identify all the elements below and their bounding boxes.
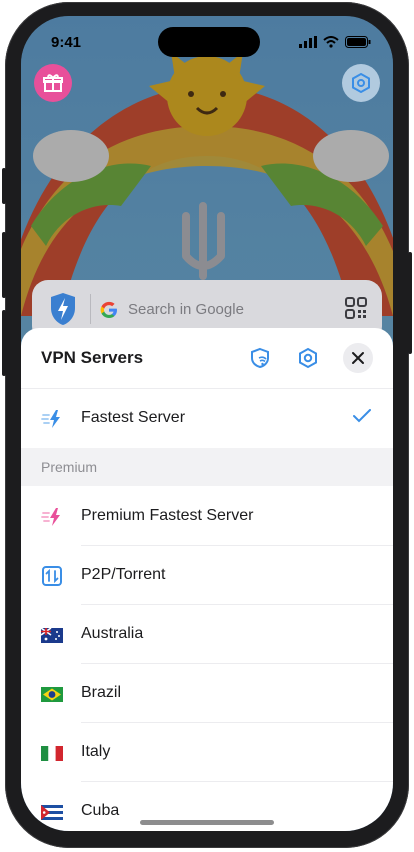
server-label: Brazil [81,684,122,701]
volume-up-button [2,232,6,298]
server-row-p2p[interactable]: P2P/Torrent [21,546,393,605]
cellular-signal-icon [299,36,317,48]
section-header-premium: Premium [21,448,393,486]
server-label: Fastest Server [81,409,186,426]
italy-flag-icon [41,743,63,763]
google-icon [100,301,117,318]
qr-code-icon[interactable] [344,296,368,320]
sheet-header: VPN Servers [21,328,393,389]
status-time: 9:41 [51,34,82,51]
p2p-torrent-icon [41,566,63,586]
status-icons [299,36,371,48]
close-button[interactable] [343,343,373,373]
server-row-italy[interactable]: Italy [21,723,393,782]
settings-button[interactable] [293,343,323,373]
gift-icon [43,74,63,92]
side-button [2,168,6,204]
lightning-blue-icon [41,409,63,429]
screen: 9:41 Search in Google VPN Servers Fastes… [21,16,393,831]
server-row-fastest[interactable]: Fastest Server [21,389,393,448]
battery-icon [345,36,371,48]
settings-button-top[interactable] [342,64,380,102]
server-label: P2P/Torrent [81,566,166,583]
server-label: Cuba [81,802,120,819]
close-icon [352,352,364,364]
vpn-servers-sheet: VPN Servers Fastest Server Premium Premi… [21,328,393,831]
australia-flag-icon [41,625,63,645]
gift-button[interactable] [34,64,72,102]
checkmark-icon [353,409,371,423]
volume-down-button [2,310,6,376]
lightning-pink-icon [41,507,63,527]
settings-hex-icon [299,347,317,369]
wifi-shield-icon [251,347,269,369]
power-button [408,252,412,354]
home-indicator [140,820,274,825]
sheet-title: VPN Servers [41,348,144,367]
server-label: Premium Fastest Server [81,507,254,524]
cuba-flag-icon [41,802,63,822]
server-label: Australia [81,625,144,642]
server-row-australia[interactable]: Australia [21,605,393,664]
status-bar: 9:41 [21,16,393,70]
section-label: Premium [41,459,98,475]
wifi-icon [323,36,339,48]
search-divider [90,294,91,324]
server-row-premium-fastest[interactable]: Premium Fastest Server [21,487,393,546]
brazil-flag-icon [41,684,63,704]
search-input[interactable]: Search in Google [128,301,244,318]
wifi-shield-button[interactable] [245,343,275,373]
dynamic-island [158,27,260,57]
vpn-shield-icon [51,293,75,325]
settings-hex-icon [352,73,370,93]
server-row-brazil[interactable]: Brazil [21,664,393,723]
server-label: Italy [81,743,111,760]
